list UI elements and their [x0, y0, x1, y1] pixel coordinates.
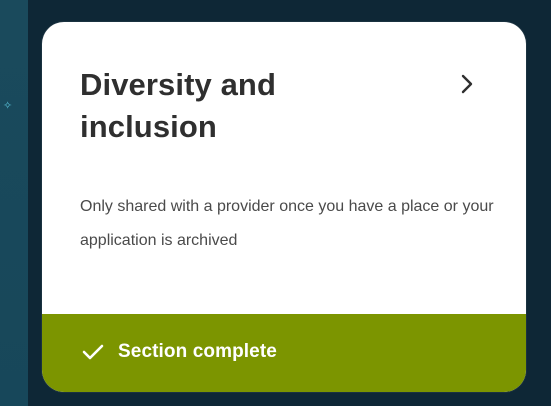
chevron-right-icon[interactable]	[454, 64, 480, 104]
section-status-bar: Section complete	[42, 314, 526, 392]
diversity-inclusion-card[interactable]: Diversity and inclusion Only shared with…	[42, 22, 526, 392]
card-description: Only shared with a provider once you hav…	[80, 198, 494, 249]
left-edge-background	[0, 0, 28, 406]
status-label: Section complete	[118, 341, 277, 362]
card-header: Diversity and inclusion	[80, 64, 420, 148]
checkmark-icon	[82, 343, 104, 361]
status-content: Section complete	[82, 341, 277, 363]
edge-sparkle-icon: ✧	[3, 99, 13, 112]
card-title: Diversity and inclusion	[80, 67, 276, 144]
